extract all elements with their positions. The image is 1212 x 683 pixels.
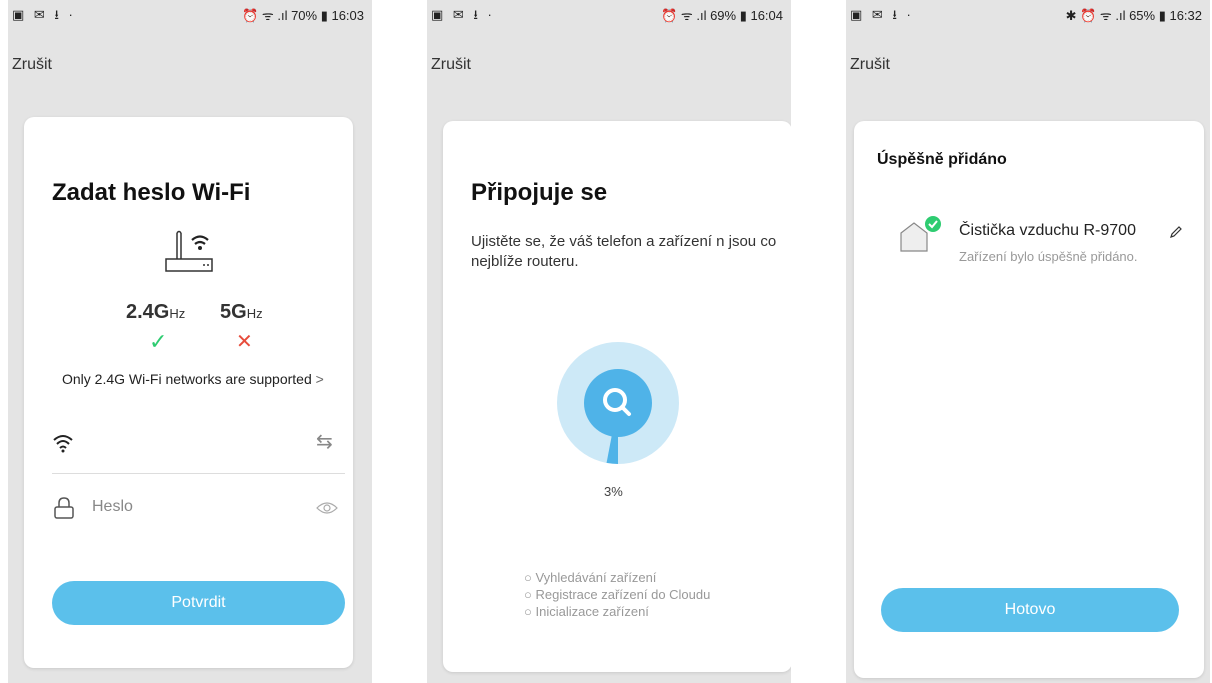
device-house-icon	[900, 216, 941, 252]
step-bullet-icon: ○	[524, 604, 532, 619]
supported-networks-text: Only 2.4G Wi-Fi networks are supported	[62, 371, 312, 387]
step-label: Registrace zařízení do Cloudu	[535, 587, 711, 602]
step-item: ○ Vyhledávání zařízení	[524, 569, 710, 586]
step-label: Vyhledávání zařízení	[535, 570, 657, 585]
status-right-info: ⏰ ᯤ .ıl 70% ▮ 16:03	[242, 8, 364, 23]
success-card: Úspěšně přidáno Čistička vzduchu R-9700 …	[854, 121, 1204, 678]
screen-success: ▣ ✉ ⭳ · ✱ ⏰ ᯤ .ıl 65% ▮ 16:32 Zrušit Úsp…	[846, 0, 1210, 683]
step-label: Inicializace zařízení	[535, 604, 649, 619]
cancel-link[interactable]: Zrušit	[431, 56, 471, 74]
lock-icon	[54, 497, 74, 519]
eye-icon[interactable]	[316, 501, 338, 515]
status-right-info: ⏰ ᯤ .ıl 69% ▮ 16:04	[661, 8, 783, 23]
status-left-icons: ▣ ✉ ⭳ ·	[12, 7, 76, 22]
cancel-link[interactable]: Zrušit	[850, 56, 890, 74]
divider	[52, 473, 345, 474]
screen-connecting: ▣ ✉ ⭳ · ⏰ ᯤ .ıl 69% ▮ 16:04 Zrušit Připo…	[427, 0, 791, 683]
device-name: Čistička vzduchu R-9700	[959, 222, 1136, 239]
progress-ring	[557, 342, 679, 464]
done-button[interactable]: Hotovo	[881, 588, 1179, 632]
step-bullet-icon: ○	[524, 587, 532, 602]
cancel-link[interactable]: Zrušit	[12, 56, 52, 74]
band-5ghz-label: 5GHz	[220, 301, 263, 324]
router-icon	[165, 230, 213, 272]
password-input[interactable]: Heslo	[92, 498, 133, 516]
page-title: Zadat heslo Wi-Fi	[52, 179, 251, 206]
status-bar: ▣ ✉ ⭳ · ⏰ ᯤ .ıl 69% ▮ 16:04	[427, 0, 791, 28]
band-24-number: 2.4G	[126, 301, 170, 323]
cross-icon: ✕	[236, 331, 253, 353]
screen-wifi-password: ▣ ✉ ⭳ · ⏰ ᯤ .ıl 70% ▮ 16:03 Zrušit Zadat…	[8, 0, 372, 683]
status-bar: ▣ ✉ ⭳ · ⏰ ᯤ .ıl 70% ▮ 16:03	[8, 0, 372, 28]
steps-list: ○ Vyhledávání zařízení ○ Registrace zaří…	[524, 569, 710, 620]
step-item: ○ Inicializace zařízení	[524, 603, 710, 620]
switch-network-icon[interactable]: ⇆	[316, 429, 333, 454]
status-bar: ▣ ✉ ⭳ · ✱ ⏰ ᯤ .ıl 65% ▮ 16:32	[846, 0, 1210, 28]
device-status: Zařízení bylo úspěšně přidáno.	[959, 249, 1138, 264]
band-24ghz-label: 2.4GHz	[126, 301, 185, 324]
page-title: Připojuje se	[471, 179, 608, 206]
confirm-button[interactable]: Potvrdit	[52, 581, 345, 625]
wifi-card: Zadat heslo Wi-Fi 2.4GHz 5GHz ✓ ✕ Only 2…	[24, 117, 353, 668]
band-24-unit: Hz	[169, 306, 186, 321]
band-5-number: 5G	[220, 301, 247, 323]
band-5-unit: Hz	[246, 306, 263, 321]
check-icon: ✓	[149, 329, 168, 354]
status-right-info: ✱ ⏰ ᯤ .ıl 65% ▮ 16:32	[1065, 8, 1202, 23]
edit-pencil-icon[interactable]	[1169, 225, 1183, 239]
progress-percent: 3%	[604, 484, 623, 499]
supported-networks-link[interactable]: Only 2.4G Wi-Fi networks are supported >	[62, 371, 324, 387]
connecting-card: Připojuje se Ujistěte se, že váš telefon…	[443, 121, 791, 672]
step-item: ○ Registrace zařízení do Cloudu	[524, 586, 710, 603]
status-left-icons: ▣ ✉ ⭳ ·	[431, 7, 495, 22]
page-title: Úspěšně přidáno	[877, 151, 1007, 168]
wifi-icon	[53, 435, 73, 453]
chevron-right-icon: >	[315, 371, 324, 387]
step-bullet-icon: ○	[524, 570, 532, 585]
status-left-icons: ▣ ✉ ⭳ ·	[850, 7, 914, 22]
subtitle: Ujistěte se, že váš telefon a zařízení n…	[471, 233, 777, 270]
